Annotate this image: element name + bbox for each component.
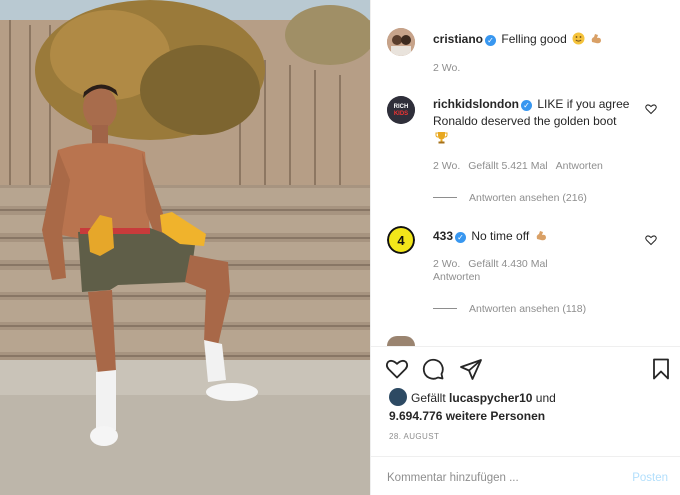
smile-emoji-icon — [572, 32, 585, 45]
comment-input[interactable]: Kommentar hinzufügen ... — [387, 472, 519, 484]
liker-username[interactable]: lucaspycher10 — [449, 391, 532, 405]
likes-prefix: Gefällt — [411, 391, 446, 405]
svg-text:RICH: RICH — [394, 104, 409, 110]
like-comment-2-icon[interactable] — [645, 234, 657, 246]
verified-badge-icon: ✓ — [485, 35, 497, 46]
comment-2-username[interactable]: 433 — [433, 229, 453, 243]
comment-2-text: No time off — [471, 229, 530, 243]
trophy-emoji-icon — [435, 132, 448, 144]
muscle-emoji-icon — [592, 34, 602, 44]
likes-count[interactable]: 9.694.776 weitere Personen — [389, 409, 545, 423]
verified-badge-icon: ✓ — [521, 100, 533, 111]
svg-text:KIDS: KIDS — [394, 111, 408, 117]
caption-time: 2 Wo. — [433, 62, 461, 74]
verified-badge-icon: ✓ — [455, 232, 467, 243]
richkidslondon-avatar[interactable]: RICH KIDS — [387, 96, 415, 124]
433-avatar[interactable]: 4 — [387, 226, 415, 254]
caption-username[interactable]: cristiano — [433, 32, 483, 46]
share-send-icon[interactable] — [459, 357, 483, 381]
433-avatar-text: 4 — [397, 233, 405, 248]
post-date: 28. AUGUST — [389, 432, 440, 441]
comment-2-view-replies[interactable]: Antworten ansehen (118) — [433, 303, 586, 315]
comment-2-reply[interactable]: Antworten — [433, 271, 480, 283]
comment-2-meta: 2 Wo. Gefällt 4.430 Mal Antworten — [433, 258, 603, 284]
comment-1-time: 2 Wo. — [433, 160, 461, 172]
caption-text: Felling good — [501, 32, 567, 46]
post-button[interactable]: Posten — [632, 472, 668, 484]
comment-2-likes[interactable]: Gefällt 4.430 Mal — [468, 258, 547, 270]
comment-1: richkidslondon ✓ LIKE if you agree Ronald… — [433, 96, 633, 147]
post-image[interactable] — [0, 0, 370, 495]
comments-divider — [371, 346, 680, 347]
muscle-emoji-icon — [536, 231, 546, 241]
cristiano-avatar[interactable] — [387, 28, 415, 56]
comment-1-view-replies[interactable]: Antworten ansehen (216) — [433, 192, 587, 204]
comment-1-meta: 2 Wo. Gefällt 5.421 Mal Antworten — [433, 160, 611, 172]
comment-1-reply[interactable]: Antworten — [556, 160, 603, 172]
likes-summary: Gefällt lucaspycher10 und 9.694.776 weit… — [389, 388, 556, 425]
comment-2-time: 2 Wo. — [433, 258, 461, 270]
comment-bubble-icon[interactable] — [421, 357, 445, 381]
likes-middle: und — [535, 391, 556, 405]
like-heart-icon[interactable] — [385, 357, 409, 381]
comment-1-likes[interactable]: Gefällt 5.421 Mal — [468, 160, 547, 172]
bookmark-icon[interactable] — [649, 357, 673, 381]
liker-avatar[interactable] — [389, 388, 407, 406]
input-divider — [371, 456, 680, 457]
like-comment-1-icon[interactable] — [645, 103, 657, 115]
next-comment-avatar[interactable] — [387, 336, 415, 346]
comment-2: 433 ✓ No time off — [433, 228, 633, 245]
comment-1-username[interactable]: richkidslondon — [433, 97, 519, 111]
caption: cristiano ✓ Felling good — [433, 31, 633, 48]
